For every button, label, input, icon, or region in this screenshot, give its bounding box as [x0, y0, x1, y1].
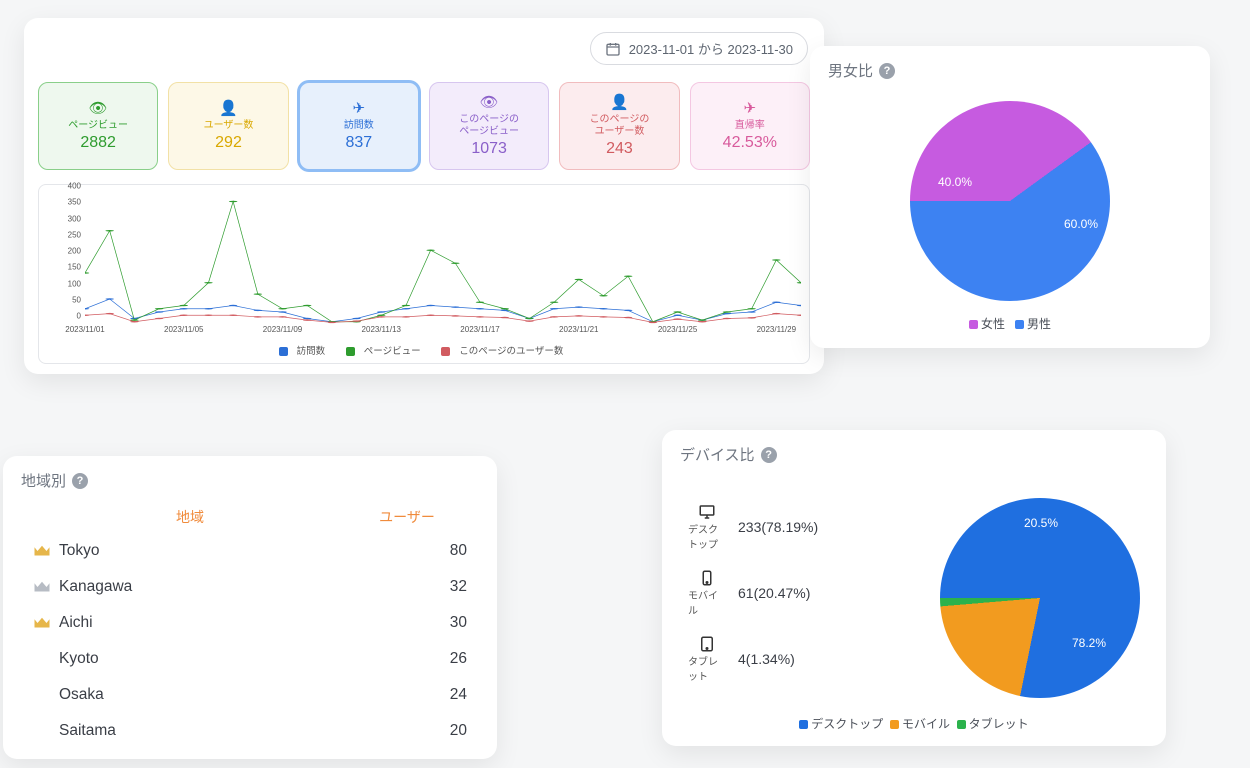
metrics-card: 2023-11-01 から 2023-11-30 👁 ページビュー 2882 👤…	[24, 18, 824, 374]
table-row: Kanagawa 32	[3, 569, 497, 605]
table-row: Saitama 20	[3, 713, 497, 749]
metric-label: このページのユーザー数	[590, 114, 650, 138]
help-icon[interactable]: ?	[72, 473, 88, 489]
device-item-desktop: デスクトップ 233(78.19%)	[688, 503, 920, 551]
pie-label-desktop: 78.2%	[1072, 636, 1106, 650]
device-item-tablet: タブレット 4(1.34%)	[688, 635, 920, 683]
metric-label: このページのページビュー	[459, 114, 519, 138]
eye-icon: 👁	[480, 95, 499, 110]
region-users: 80	[387, 542, 467, 560]
metric-bounce[interactable]: ✈ 直帰率 42.53%	[690, 82, 810, 170]
card-title: デバイス比 ?	[662, 430, 1166, 475]
region-users: 26	[387, 650, 467, 668]
help-icon[interactable]: ?	[879, 63, 895, 79]
region-name: Kanagawa	[59, 578, 132, 596]
crown-icon	[33, 616, 51, 630]
tablet-icon	[696, 635, 718, 653]
device-legend: デスクトップ モバイル タブレット	[662, 715, 1166, 732]
y-axis: 050100150200250300350400	[43, 195, 85, 325]
plane-icon: ✈	[353, 101, 366, 116]
metric-value: 837	[345, 134, 372, 152]
pie-label-male: 60.0%	[1064, 217, 1098, 231]
metric-value: 292	[215, 134, 242, 152]
eye-icon: 👁	[89, 101, 108, 116]
region-header: 地域 ユーザー	[3, 501, 497, 533]
x-axis: 2023/11/012023/11/052023/11/092023/11/13…	[85, 325, 801, 339]
region-name: Osaka	[59, 686, 104, 704]
device-card: デバイス比 ? デスクトップ 233(78.19%) モバイル 61(20.47…	[662, 430, 1166, 746]
metric-visits[interactable]: ✈ 訪問数 837	[299, 82, 419, 170]
metric-label: 直帰率	[735, 120, 765, 132]
device-item-mobile: モバイル 61(20.47%)	[688, 569, 920, 617]
crown-icon	[33, 580, 51, 594]
device-list: デスクトップ 233(78.19%) モバイル 61(20.47%) タブレット…	[688, 485, 920, 701]
table-row: Aichi 30	[3, 605, 497, 641]
line-chart-svg	[85, 195, 801, 325]
pie-label-female: 40.0%	[938, 175, 972, 189]
date-range-text: 2023-11-01 から 2023-11-30	[629, 39, 793, 58]
card-title: 男女比 ?	[810, 46, 1210, 91]
region-users: 24	[387, 686, 467, 704]
region-rows: Tokyo 80 Kanagawa 32 Aichi 30 Kyoto 26 Osaka 24 Sa…	[3, 533, 497, 749]
help-icon[interactable]: ?	[761, 447, 777, 463]
col-region: 地域	[33, 507, 347, 527]
region-name: Kyoto	[59, 650, 99, 668]
metric-label: ページビュー	[68, 120, 128, 132]
region-name: Saitama	[59, 722, 116, 740]
table-row: Kyoto 26	[3, 641, 497, 677]
metric-value: 1073	[471, 140, 507, 158]
metric-pageview[interactable]: 👁 ページビュー 2882	[38, 82, 158, 170]
table-row: Osaka 24	[3, 677, 497, 713]
desktop-icon	[696, 503, 718, 521]
region-name: Tokyo	[59, 542, 100, 560]
date-range-picker[interactable]: 2023-11-01 から 2023-11-30	[590, 32, 808, 65]
metric-row: 👁 ページビュー 2882 👤 ユーザー数 292 ✈ 訪問数 837 👁 この…	[38, 82, 810, 170]
device-value: 4(1.34%)	[738, 651, 795, 667]
metric-label: 訪問数	[344, 120, 374, 132]
col-users: ユーザー	[347, 507, 467, 527]
metric-value: 2882	[80, 134, 116, 152]
user-icon: 👤	[610, 95, 629, 110]
gender-card: 男女比 ? 40.0% 60.0% 女性 男性	[810, 46, 1210, 348]
card-title: 地域別 ?	[3, 456, 497, 501]
metric-users[interactable]: 👤 ユーザー数 292	[168, 82, 288, 170]
metric-value: 42.53%	[723, 134, 777, 152]
device-value: 61(20.47%)	[738, 585, 810, 601]
line-legend: 訪問数 ページビュー このページのユーザー数	[43, 343, 805, 357]
region-users: 30	[387, 614, 467, 632]
metric-value: 243	[606, 140, 633, 158]
metric-page-users[interactable]: 👤 このページのユーザー数 243	[559, 82, 679, 170]
gender-pie: 40.0% 60.0%	[910, 101, 1110, 301]
calendar-icon	[605, 41, 621, 57]
user-icon: 👤	[219, 101, 238, 116]
crown-icon	[33, 544, 51, 558]
mobile-icon	[696, 569, 718, 587]
region-card: 地域別 ? 地域 ユーザー Tokyo 80 Kanagawa 32 Aichi 30 Ky…	[3, 456, 497, 759]
line-chart: 050100150200250300350400 2023/11/012023/…	[38, 184, 810, 364]
device-value: 233(78.19%)	[738, 519, 818, 535]
region-users: 32	[387, 578, 467, 596]
pie-label-mobile: 20.5%	[1024, 516, 1058, 530]
metric-page-pv[interactable]: 👁 このページのページビュー 1073	[429, 82, 549, 170]
region-name: Aichi	[59, 614, 93, 632]
table-row: Tokyo 80	[3, 533, 497, 569]
metric-label: ユーザー数	[204, 120, 254, 132]
region-users: 20	[387, 722, 467, 740]
device-pie: 20.5% 78.2%	[940, 498, 1140, 698]
plane-icon: ✈	[744, 101, 757, 116]
gender-legend: 女性 男性	[810, 315, 1210, 332]
